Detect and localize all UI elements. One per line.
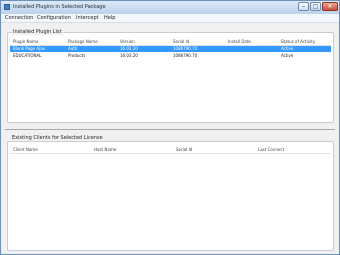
installed-plugins-header: Plugin Name Package Name Version Serial … [10,39,331,46]
column-header-version[interactable]: Version [120,39,135,44]
application-window: Installed Plugins in Selected Package – … [0,0,340,255]
cell-status: Active [281,46,294,51]
window-title: Installed Plugins in Selected Package [13,4,106,10]
column-header-host-name[interactable]: Host Name [94,147,116,152]
table-row[interactable]: Blank Page Ajax Auth 16.03.20 1086790.70… [10,46,331,52]
menu-help[interactable]: Help [104,15,115,21]
installed-plugins-panel: Plugin Name Package Name Version Serial … [7,32,334,123]
cell-plugin-name: Blank Page Ajax [13,46,46,51]
column-header-install-date[interactable]: Install Date [228,39,251,44]
menu-intercept[interactable]: Intercept [76,15,99,21]
table-row[interactable]: EDUCATIONAL Products 16.03.20 1086790.70… [10,53,331,59]
menu-bar: Connection Configuration Intercept Help [1,14,339,23]
cell-plugin-name: EDUCATIONAL [13,53,42,58]
clients-panel-title: Existing Clients for Selected License [11,135,104,141]
column-header-package-name[interactable]: Package Name [68,39,98,44]
cell-package-name: Auth [68,46,78,51]
cell-serial-id: 1086790.70 [173,53,198,58]
clients-header: Client Name Host Name Serial Id Last Con… [10,147,331,154]
app-icon [4,4,10,10]
title-bar: Installed Plugins in Selected Package – … [1,1,339,14]
panel-divider[interactable] [5,129,335,130]
cell-status: Active [281,53,294,58]
close-button[interactable]: ✕ [322,2,338,11]
column-header-serial-id[interactable]: Serial Id [176,147,192,152]
cell-version: 16.03.20 [120,46,138,51]
maximize-button[interactable]: □ [310,2,321,11]
menu-connection[interactable]: Connection [5,15,33,21]
minimize-button[interactable]: – [298,2,309,11]
column-header-plugin-name[interactable]: Plugin Name [13,39,38,44]
installed-plugins-title: Installed Plugin List [12,29,63,35]
cell-version: 16.03.20 [120,53,138,58]
cell-package-name: Products [68,53,86,58]
column-header-status[interactable]: Status of Activity [281,39,315,44]
column-header-last-connect[interactable]: Last Connect [258,147,284,152]
column-header-serial-id[interactable]: Serial Id [173,39,189,44]
clients-panel: Client Name Host Name Serial Id Last Con… [7,141,334,251]
menu-configuration[interactable]: Configuration [37,15,71,21]
column-header-client-name[interactable]: Client Name [13,147,38,152]
cell-serial-id: 1086790.70 [173,46,198,51]
